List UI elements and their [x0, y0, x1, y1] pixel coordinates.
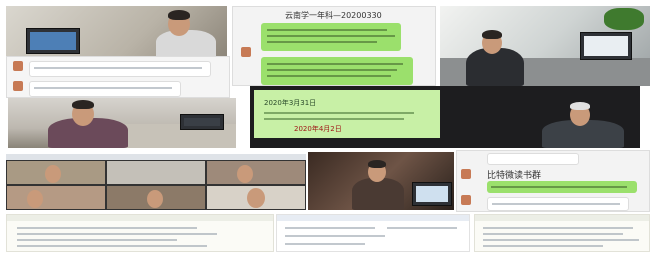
laptop-icon — [180, 114, 224, 130]
laptop-icon — [26, 28, 80, 54]
avatar — [241, 47, 251, 57]
app-toolbar — [475, 215, 649, 221]
photo-projection-screen: 2020年3月31日 2020年4月2日 — [250, 86, 640, 148]
photo-person-at-computer — [308, 152, 454, 210]
chat-title: 云南学一年科—20200330 — [285, 11, 382, 20]
plant — [604, 8, 644, 30]
projection-line-1: 2020年3月31日 — [264, 99, 317, 107]
photo-man-with-laptop — [8, 98, 236, 148]
chat-bubble — [261, 23, 401, 51]
video-tile — [206, 185, 306, 210]
photo-man-at-desk — [440, 6, 650, 86]
app-screenshot-2 — [276, 214, 470, 252]
chat-screenshot-top: 云南学一年科—20200330 — [232, 6, 436, 86]
person-figure — [146, 8, 226, 58]
video-tile — [206, 160, 306, 185]
video-tile — [6, 160, 106, 185]
avatar — [461, 195, 471, 205]
avatar — [13, 61, 23, 71]
person-figure — [460, 26, 530, 86]
video-tile — [106, 160, 206, 185]
chat-bubble — [29, 61, 211, 77]
projection-slide: 2020年3月31日 2020年4月2日 — [254, 90, 440, 138]
chat-bubble — [29, 81, 181, 97]
chat-screenshot-left — [6, 56, 230, 98]
app-screenshot-3 — [474, 214, 650, 252]
avatar — [461, 169, 471, 179]
chat-bubble — [487, 181, 637, 193]
person-figure — [348, 158, 408, 210]
app-screenshot-1 — [6, 214, 274, 252]
chat-screenshot-right: 比特微读书群 — [456, 150, 650, 212]
person-figure — [538, 100, 628, 148]
monitor-icon — [580, 32, 632, 60]
monitor-icon — [412, 182, 452, 206]
app-toolbar — [7, 215, 273, 221]
video-tile — [6, 185, 106, 210]
chat-bubble — [261, 57, 413, 85]
photo-man-at-laptop — [6, 6, 227, 58]
projection-line-2: 2020年4月2日 — [294, 125, 342, 133]
chat-title: 比特微读书群 — [487, 171, 542, 181]
video-tile — [106, 185, 206, 210]
chat-bubble — [487, 153, 579, 165]
person-figure — [42, 100, 132, 148]
chat-bubble — [487, 197, 629, 211]
video-call-grid — [6, 154, 306, 210]
avatar — [13, 81, 23, 91]
app-toolbar — [277, 215, 469, 221]
